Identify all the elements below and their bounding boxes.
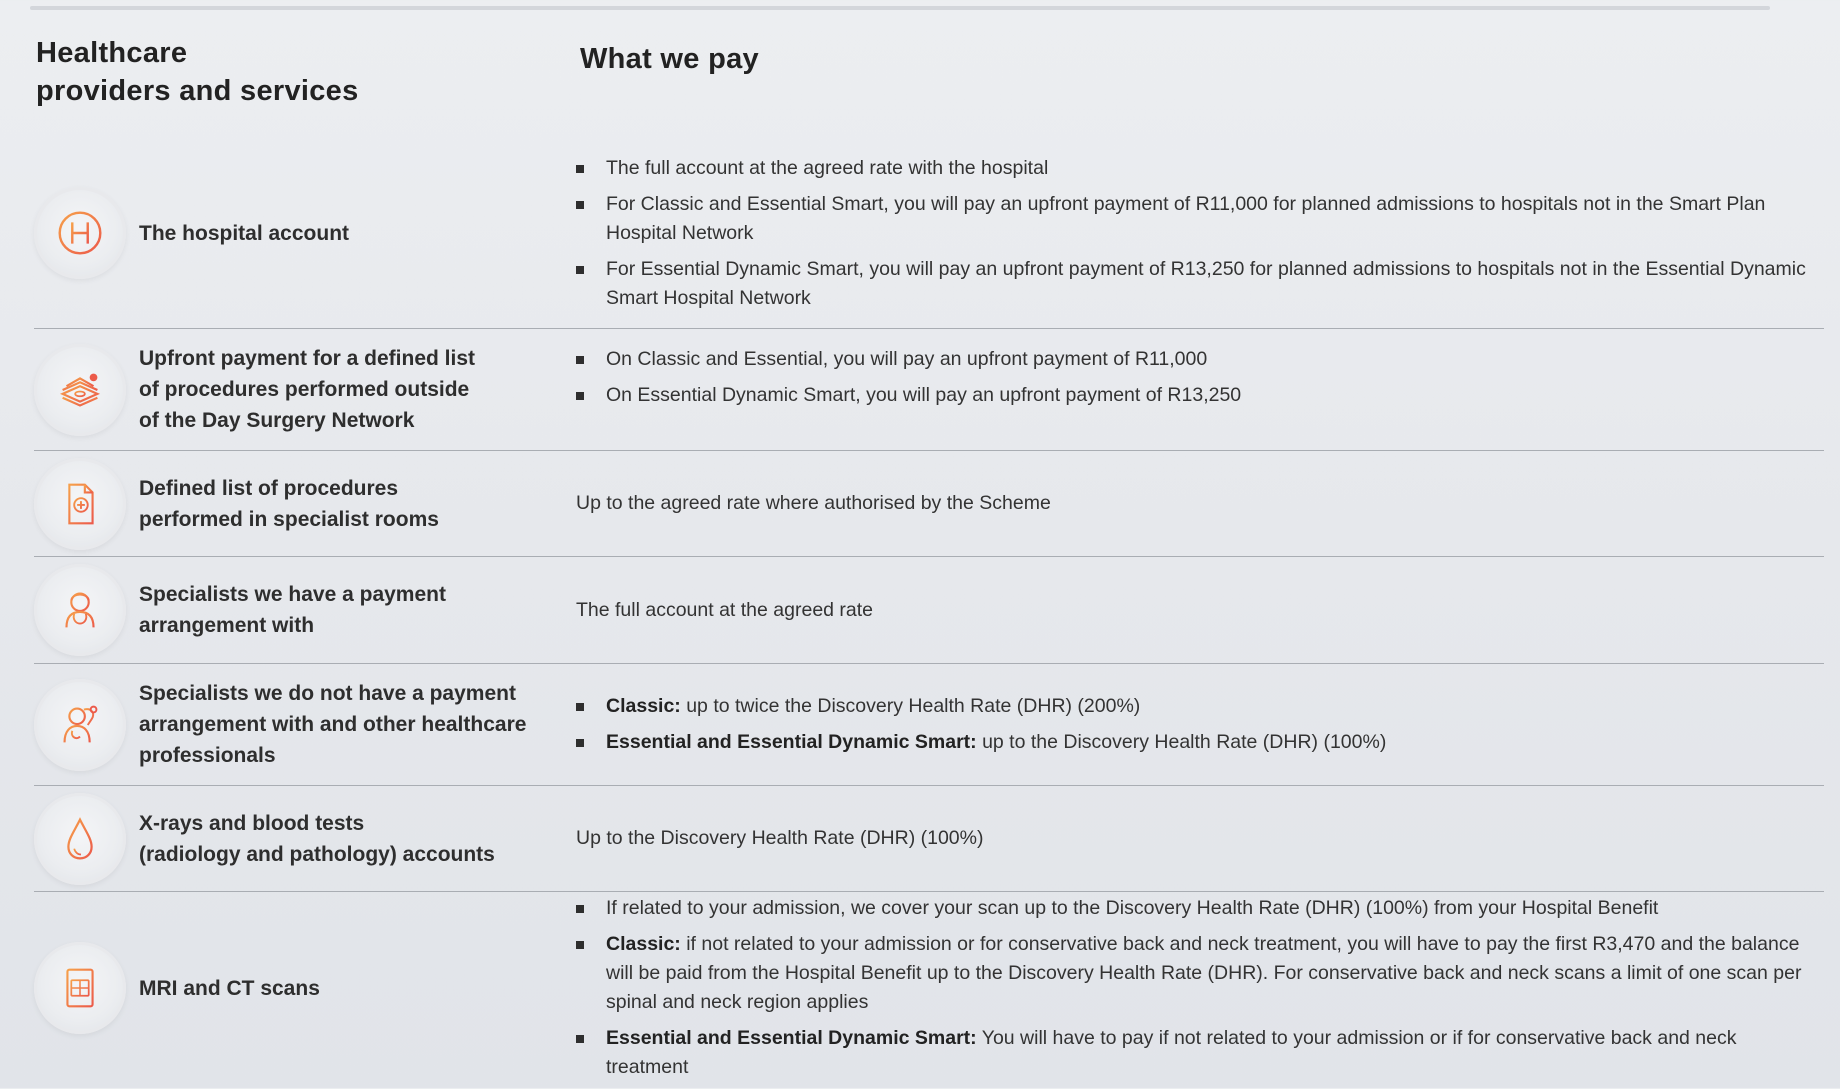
table-row: Defined list of procedures performed in …	[34, 450, 1824, 556]
payment-text: Up to the agreed rate where authorised b…	[576, 492, 1051, 514]
column-heading-what-we-pay: What we pay	[580, 43, 759, 75]
heading-line-1: Healthcare	[36, 37, 188, 69]
payment-cell: Classic: up to twice the Discovery Healt…	[576, 685, 1824, 764]
list-item: If related to your admission, we cover y…	[576, 894, 1818, 923]
payment-cell: On Classic and Essential, you will pay a…	[576, 329, 1824, 417]
service-label-line: X-rays and blood tests	[139, 811, 365, 835]
service-label-line: arrangement with and other healthcare	[139, 713, 527, 736]
list-item: On Essential Dynamic Smart, you will pay…	[576, 381, 1818, 410]
list-item: For Classic and Essential Smart, you wil…	[576, 190, 1818, 248]
service-label-line: arrangement with	[139, 614, 315, 637]
table-row: The hospital account The full account at…	[34, 138, 1824, 328]
table-row: Upfront payment for a defined list of pr…	[34, 328, 1824, 450]
list-item: Classic: up to twice the Discovery Healt…	[576, 692, 1818, 721]
scan-icon	[34, 942, 126, 1034]
heading-line-2: providers and services	[36, 75, 359, 107]
service-label-line: of procedures performed outside	[139, 378, 470, 401]
medical-document-icon	[34, 457, 126, 550]
list-item: On Classic and Essential, you will pay a…	[576, 345, 1818, 374]
service-cell: Specialists we have a payment arrangemen…	[34, 564, 576, 656]
service-label: MRI and CT scans	[139, 973, 569, 1004]
list-item: For Essential Dynamic Smart, you will pa…	[576, 255, 1818, 313]
payment-bullet-list: Classic: up to twice the Discovery Healt…	[576, 692, 1818, 757]
table-row: Specialists we do not have a payment arr…	[34, 663, 1824, 785]
payment-bullet-list: If related to your admission, we cover y…	[576, 894, 1818, 1082]
payment-cell: The full account at the agreed rate with…	[576, 147, 1824, 320]
top-divider	[30, 6, 1770, 10]
service-label: Specialists we do not have a payment arr…	[139, 678, 569, 771]
list-item: Essential and Essential Dynamic Smart: u…	[576, 728, 1818, 757]
service-cell: Defined list of procedures performed in …	[34, 457, 576, 550]
service-cell: Specialists we do not have a payment arr…	[34, 678, 576, 771]
payment-bullet-list: The full account at the agreed rate with…	[576, 154, 1818, 313]
table-row: MRI and CT scans If related to your admi…	[34, 891, 1824, 1084]
service-label-line: Specialists we do not have a payment	[139, 682, 516, 705]
blood-drop-icon	[34, 792, 126, 885]
service-cell: MRI and CT scans	[34, 942, 576, 1034]
column-heading-services: Healthcare providers and services	[36, 34, 359, 110]
service-label-line: Defined list of procedures	[139, 476, 399, 500]
service-label-line: (radiology and pathology) accounts	[139, 842, 495, 866]
list-item: The full account at the agreed rate with…	[576, 154, 1818, 183]
service-label-line: performed in specialist rooms	[139, 507, 439, 531]
table-row: Specialists we have a payment arrangemen…	[34, 556, 1824, 663]
payment-text: Up to the Discovery Health Rate (DHR) (1…	[576, 827, 984, 849]
specialist-stethoscope-icon	[34, 678, 126, 771]
service-label-line: professionals	[139, 744, 276, 767]
money-stack-icon	[34, 343, 126, 436]
payment-text: The full account at the agreed rate	[576, 598, 874, 621]
service-label: Upfront payment for a defined list of pr…	[139, 343, 569, 436]
service-label: X-rays and blood tests (radiology and pa…	[139, 808, 569, 870]
service-label-line: of the Day Surgery Network	[139, 409, 415, 432]
service-label: Specialists we have a payment arrangemen…	[139, 579, 569, 641]
list-item: Classic: if not related to your admissio…	[576, 930, 1818, 1017]
service-label-line: The hospital account	[139, 221, 350, 245]
service-cell: The hospital account	[34, 187, 576, 279]
service-label: Defined list of procedures performed in …	[139, 473, 569, 535]
service-label: The hospital account	[139, 218, 569, 249]
service-cell: X-rays and blood tests (radiology and pa…	[34, 792, 576, 885]
service-label-line: Specialists we have a payment	[139, 583, 446, 606]
benefits-table: The hospital account The full account at…	[34, 138, 1824, 1084]
payment-bullet-list: On Classic and Essential, you will pay a…	[576, 345, 1818, 410]
service-cell: Upfront payment for a defined list of pr…	[34, 343, 576, 436]
doctor-icon	[34, 564, 126, 656]
list-item: Essential and Essential Dynamic Smart: Y…	[576, 1024, 1818, 1082]
service-label-line: MRI and CT scans	[139, 976, 320, 1000]
hospital-icon	[34, 187, 126, 279]
table-row: X-rays and blood tests (radiology and pa…	[34, 785, 1824, 891]
payment-cell: If related to your admission, we cover y…	[576, 887, 1824, 1089]
service-label-line: Upfront payment for a defined list	[139, 347, 476, 370]
